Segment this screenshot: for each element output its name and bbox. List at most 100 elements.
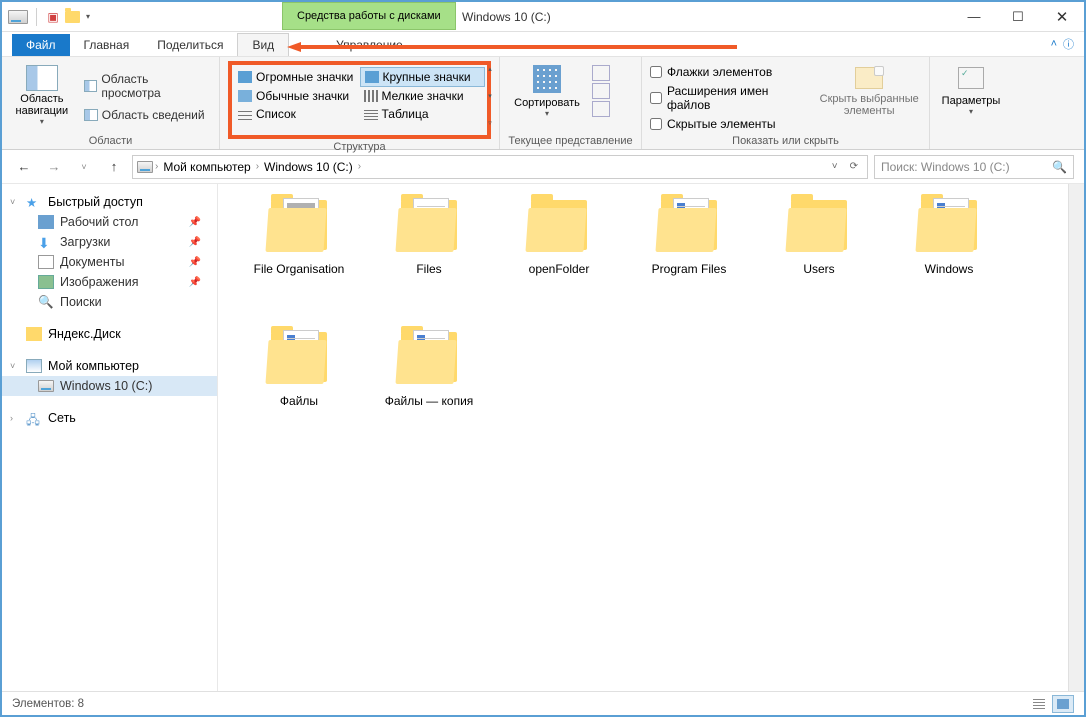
file-item[interactable]: Файлы: [234, 326, 364, 446]
view-details-toggle[interactable]: [1028, 695, 1050, 713]
vertical-scrollbar[interactable]: [1068, 184, 1084, 691]
breadcrumb-separator[interactable]: ›: [358, 161, 361, 172]
layout-extra-large-icons[interactable]: Огромные значки: [234, 67, 360, 87]
documents-icon: [38, 255, 54, 269]
layout-details[interactable]: Таблица: [360, 105, 486, 123]
file-item[interactable]: Files: [364, 194, 494, 314]
layout-large-icons[interactable]: Крупные значки: [360, 67, 486, 87]
ribbon: Область навигации ▾ Область просмотра Об…: [2, 56, 1084, 150]
sidebar-desktop[interactable]: Рабочий стол📌: [2, 212, 217, 232]
file-item[interactable]: Program Files: [624, 194, 754, 314]
file-list[interactable]: File Organisation Files openFolder Progr…: [218, 184, 1068, 691]
refresh-button[interactable]: ⟳: [845, 161, 863, 172]
drive-icon: [38, 380, 54, 392]
nav-up-button[interactable]: ↑: [102, 155, 126, 179]
sidebar-pictures[interactable]: Изображения📌: [2, 272, 217, 292]
search-input[interactable]: Поиск: Windows 10 (C:) 🔍: [874, 155, 1074, 179]
navigation-pane-button[interactable]: Область навигации ▾: [10, 61, 74, 133]
qat-properties-icon[interactable]: ▣: [45, 9, 61, 25]
ribbon-group-layout-label: Структура: [228, 139, 491, 153]
drive-icon: [8, 10, 28, 24]
folder-icon: [265, 194, 333, 256]
large-icons-view-icon: [1057, 699, 1069, 709]
layout-scroll-down[interactable]: ▾: [483, 92, 497, 100]
navigation-pane: ˅★Быстрый доступ Рабочий стол📌 ⬇Загрузки…: [2, 184, 218, 691]
hidden-items-toggle[interactable]: Скрытые элементы: [650, 115, 811, 133]
folder-icon: [915, 194, 983, 256]
folder-icon[interactable]: [65, 11, 80, 23]
downloads-icon: ⬇: [38, 235, 54, 249]
search-placeholder: Поиск: Windows 10 (C:): [881, 160, 1010, 174]
layout-large-icon: [365, 71, 379, 83]
pin-icon: 📌: [189, 257, 201, 268]
nav-recent-dropdown[interactable]: ˅: [72, 155, 96, 179]
titlebar: ▣ ▾ Средства работы с дисками Windows 10…: [2, 2, 1084, 32]
file-label: Program Files: [652, 262, 727, 276]
tab-share[interactable]: Поделиться: [143, 34, 237, 56]
address-bar[interactable]: › Мой компьютер › Windows 10 (C:) › ˅ ⟳: [132, 155, 868, 179]
window-title: Windows 10 (C:): [462, 10, 551, 24]
layout-medium-icons[interactable]: Обычные значки: [234, 87, 360, 105]
sidebar-drive-c[interactable]: Windows 10 (C:): [2, 376, 217, 396]
maximize-button[interactable]: ☐: [996, 3, 1040, 31]
file-item[interactable]: openFolder: [494, 194, 624, 314]
file-extensions-toggle[interactable]: Расширения имен файлов: [650, 82, 811, 114]
item-checkboxes-toggle[interactable]: Флажки элементов: [650, 63, 811, 81]
details-view-icon: [1033, 699, 1045, 709]
sidebar-yandex-disk[interactable]: Яндекс.Диск: [2, 324, 217, 344]
sidebar-documents[interactable]: Документы📌: [2, 252, 217, 272]
help-icon[interactable]: ⓘ: [1063, 36, 1074, 52]
file-label: openFolder: [529, 262, 590, 276]
minimize-button[interactable]: —: [952, 3, 996, 31]
breadcrumb-drive[interactable]: Windows 10 (C:): [261, 160, 356, 174]
tab-file[interactable]: Файл: [12, 34, 70, 56]
sidebar-searches[interactable]: 🔍Поиски: [2, 292, 217, 312]
nav-back-button[interactable]: ←: [12, 155, 36, 179]
close-button[interactable]: ✕: [1040, 3, 1084, 31]
breadcrumb-this-pc[interactable]: Мой компьютер: [160, 160, 253, 174]
view-large-icons-toggle[interactable]: [1052, 695, 1074, 713]
breadcrumb-separator[interactable]: ›: [155, 161, 158, 172]
layout-small-icons[interactable]: Мелкие значки: [360, 87, 486, 105]
file-item[interactable]: Файлы — копия: [364, 326, 494, 446]
layout-scroll-up[interactable]: ▴: [483, 65, 497, 73]
layout-list[interactable]: Список: [234, 105, 360, 123]
navigation-bar: ← → ˅ ↑ › Мой компьютер › Windows 10 (C:…: [2, 150, 1084, 184]
qat-dropdown-icon[interactable]: ▾: [86, 12, 90, 21]
hide-selected-button[interactable]: Скрыть выбранные элементы: [817, 61, 921, 133]
ribbon-group-current-view-label: Текущее представление: [508, 133, 633, 147]
details-pane-button[interactable]: Область сведений: [80, 105, 211, 125]
tab-home[interactable]: Главная: [70, 34, 144, 56]
context-tab-drive-tools[interactable]: Средства работы с дисками: [282, 2, 456, 30]
search-folder-icon: 🔍: [38, 295, 54, 309]
collapse-ribbon-icon[interactable]: ˄: [1051, 38, 1057, 50]
layout-medium-icon: [238, 90, 252, 102]
add-columns-button[interactable]: [592, 65, 610, 81]
address-history-dropdown[interactable]: ˅: [827, 161, 843, 172]
folder-icon: [395, 326, 463, 388]
layout-expand[interactable]: ▿: [483, 119, 497, 127]
layout-options-highlight: Огромные значки Крупные значки Обычные з…: [228, 61, 491, 139]
pin-icon: 📌: [189, 277, 201, 288]
preview-pane-button[interactable]: Область просмотра: [80, 69, 211, 103]
file-item[interactable]: Windows: [884, 194, 1014, 314]
sidebar-downloads[interactable]: ⬇Загрузки📌: [2, 232, 217, 252]
file-item[interactable]: File Organisation: [234, 194, 364, 314]
size-columns-button[interactable]: [592, 83, 610, 99]
options-button[interactable]: Параметры ▾: [938, 61, 1004, 145]
preview-pane-icon: [84, 80, 98, 92]
group-by-button[interactable]: [592, 101, 610, 117]
desktop-icon: [38, 215, 54, 229]
pictures-icon: [38, 275, 54, 289]
star-icon: ★: [26, 195, 42, 209]
tab-view[interactable]: Вид: [237, 33, 289, 56]
file-item[interactable]: Users: [754, 194, 884, 314]
yandex-disk-icon: [26, 327, 42, 341]
sidebar-quick-access[interactable]: ˅★Быстрый доступ: [2, 192, 217, 212]
nav-forward-button[interactable]: →: [42, 155, 66, 179]
sidebar-network[interactable]: ›🖧Сеть: [2, 408, 217, 428]
folder-icon: [785, 194, 853, 256]
sidebar-this-pc[interactable]: ˅Мой компьютер: [2, 356, 217, 376]
breadcrumb-separator[interactable]: ›: [256, 161, 259, 172]
sort-by-button[interactable]: Сортировать ▾: [508, 61, 586, 133]
